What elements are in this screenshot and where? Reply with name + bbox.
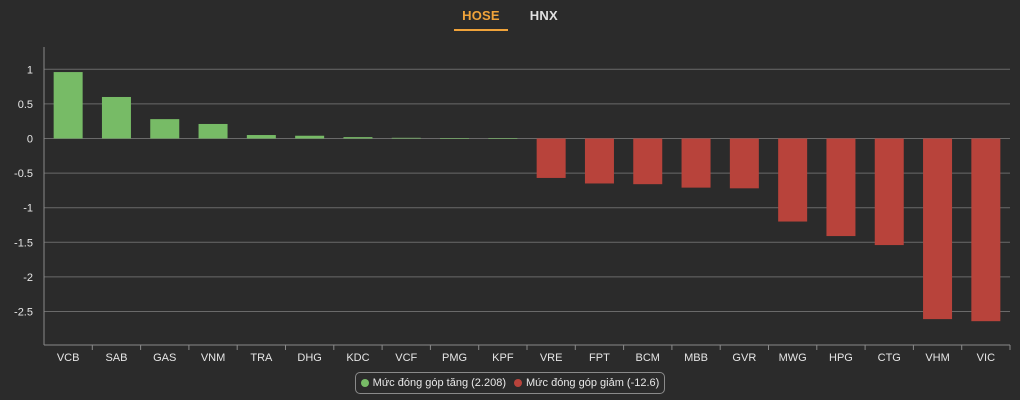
bar-vre [536, 138, 566, 178]
y-tick-label: -0.5 [14, 168, 33, 180]
x-tick-label: HPG [829, 352, 853, 364]
bar-hpg [826, 138, 856, 237]
bar-vhm [923, 138, 953, 320]
x-tick-label: GAS [153, 352, 176, 364]
x-tick-label: VCB [57, 352, 80, 364]
bar-bcm [633, 138, 663, 185]
x-tick-label: VRE [540, 352, 563, 364]
bar-gvr [729, 138, 759, 189]
y-tick-label: 1 [27, 64, 33, 76]
chart-legend: Mức đóng góp tăng (2.208) Mức đóng góp g… [355, 372, 665, 394]
bar-kdc [343, 137, 373, 139]
x-tick-label: MBB [684, 352, 708, 364]
up-dot-icon [360, 379, 369, 387]
bar-mbb [681, 138, 711, 188]
bar-mwg [778, 138, 808, 222]
x-tick-label: PMG [442, 352, 467, 364]
x-tick-label: FPT [589, 352, 610, 364]
x-tick-label: KDC [346, 352, 369, 364]
bar-vcb [53, 72, 83, 139]
y-tick-label: 0.5 [18, 99, 33, 111]
bar-vcf [391, 137, 421, 139]
x-tick-label: VNM [201, 352, 225, 364]
x-tick-label: BCM [636, 352, 660, 364]
x-tick-label: DHG [297, 352, 321, 364]
contribution-bar-chart: 1 0.5 0 -0.5 -1 -1.5 -2 -2.5 VCB SAB GAS VNM TRA DHG K… [14, 47, 1011, 364]
bar-gas [150, 119, 180, 139]
legend-item-down[interactable]: Mức đóng góp giảm (-12.6) [514, 377, 659, 389]
x-tick-label: GVR [732, 352, 756, 364]
y-tick-label: -1 [23, 203, 33, 215]
x-tick-label: SAB [105, 352, 127, 364]
bar-vnm [198, 123, 228, 139]
bar-tra [246, 135, 276, 139]
bar-fpt [584, 138, 614, 184]
bar-vic [971, 138, 1001, 322]
down-dot-icon [514, 379, 522, 387]
y-tick-label: 0 [27, 134, 33, 146]
x-tick-label: VIC [977, 352, 995, 364]
bar-kpf [488, 138, 518, 139]
y-tick-label: -1.5 [14, 237, 33, 249]
bar-sab [101, 96, 131, 139]
bar-pmg [440, 138, 470, 139]
y-tick-label: -2 [23, 272, 33, 284]
y-tick-label: -2.5 [14, 307, 33, 319]
bar-ctg [874, 138, 904, 246]
x-tick-label: TRA [250, 352, 273, 364]
legend-item-up[interactable]: Mức đóng góp tăng (2.208) [360, 377, 506, 389]
x-tick-label: VHM [925, 352, 949, 364]
legend-up-label: Mức đóng góp tăng (2.208) [372, 377, 506, 389]
x-tick-label: MWG [779, 352, 807, 364]
legend-down-label: Mức đóng góp giảm (-12.6) [526, 377, 660, 389]
x-tick-label: VCF [395, 352, 417, 364]
x-tick-label: KPF [492, 352, 514, 364]
bar-dhg [295, 135, 325, 139]
x-tick-label: CTG [878, 352, 901, 364]
